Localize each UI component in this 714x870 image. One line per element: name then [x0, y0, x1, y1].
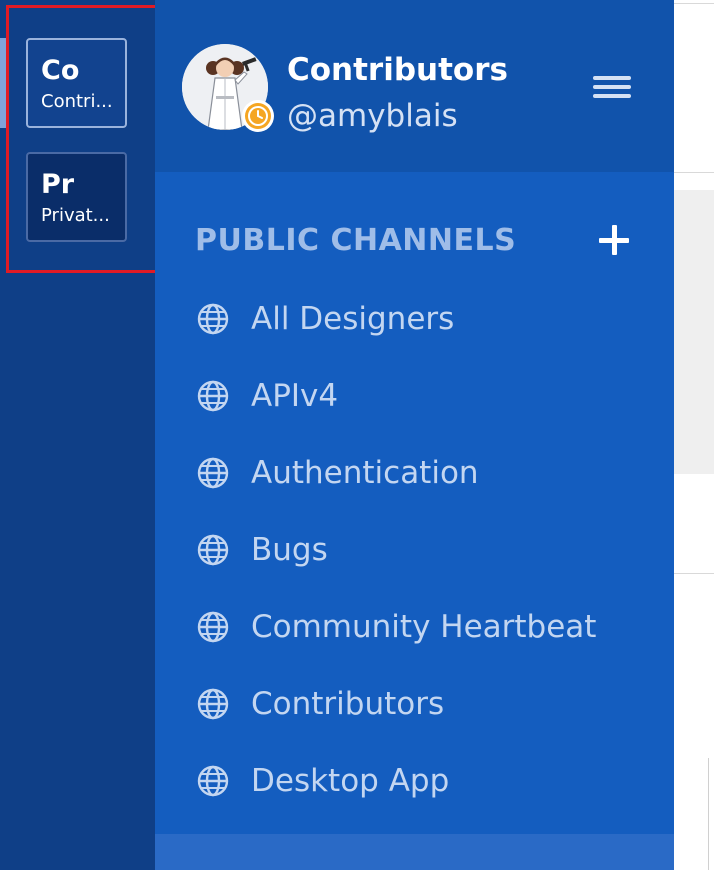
globe-icon	[197, 534, 229, 566]
channel-item-desktop-app[interactable]: Desktop App	[155, 744, 674, 821]
channel-label: Desktop App	[251, 763, 450, 799]
clock-icon	[245, 103, 271, 129]
channel-sidebar: Contributors @amyblais PUBLIC CHANNELS A…	[155, 0, 674, 870]
globe-icon	[197, 380, 229, 412]
content-block	[674, 190, 714, 474]
globe-icon	[197, 688, 229, 720]
sidebar-footer-strip	[155, 834, 674, 870]
away-status-badge	[242, 100, 274, 132]
channel-label: Contributors	[251, 686, 445, 722]
globe-icon	[197, 611, 229, 643]
channel-item-bugs[interactable]: Bugs	[155, 513, 674, 590]
username-label: @amyblais	[287, 98, 458, 134]
divider	[674, 172, 714, 173]
channel-item-community-heartbeat[interactable]: Community Heartbeat	[155, 590, 674, 667]
divider	[674, 573, 714, 574]
channel-label: Authentication	[251, 455, 479, 491]
channel-label: Bugs	[251, 532, 328, 568]
globe-icon	[197, 457, 229, 489]
channel-item-apiv4[interactable]: APIv4	[155, 359, 674, 436]
public-channels-heading: PUBLIC CHANNELS	[195, 223, 517, 258]
sidebar-header: Contributors @amyblais	[155, 0, 674, 172]
channel-label: All Designers	[251, 301, 455, 337]
divider	[674, 3, 714, 4]
main-content-edge	[674, 0, 714, 870]
globe-icon	[197, 303, 229, 335]
add-channel-plus-icon[interactable]	[596, 222, 632, 258]
globe-icon	[197, 765, 229, 797]
channel-item-authentication[interactable]: Authentication	[155, 436, 674, 513]
channel-label: Community Heartbeat	[251, 609, 597, 645]
channel-label: APIv4	[251, 378, 339, 414]
channel-item-all-designers[interactable]: All Designers	[155, 282, 674, 359]
divider	[708, 758, 709, 870]
highlight-annotation-box	[6, 5, 171, 273]
hamburger-menu-icon[interactable]	[591, 70, 635, 104]
team-name-heading: Contributors	[287, 52, 508, 88]
channel-item-contributors[interactable]: Contributors	[155, 667, 674, 744]
channel-list: All Designers APIv4 Authentication Bugs …	[155, 282, 674, 821]
